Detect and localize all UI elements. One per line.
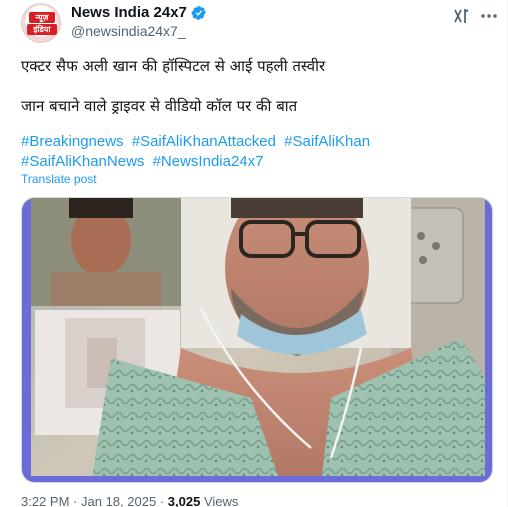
views-label: Views xyxy=(203,494,239,507)
views-count: 3,025 xyxy=(167,494,201,507)
post-text-line-2: जान बचाने वाले ड्राइवर से वीडियो कॉल पर … xyxy=(21,97,298,115)
avatar-logo-bottom: इंडिया xyxy=(27,24,57,35)
hospital-photo-illustration xyxy=(31,198,485,482)
hashtag-link[interactable]: #SaifAliKhanNews xyxy=(21,153,144,170)
hashtag-link[interactable]: #Breakingnews xyxy=(21,133,124,150)
media-photo xyxy=(31,198,485,482)
more-dots-icon[interactable] xyxy=(479,6,499,26)
hashtag-link[interactable]: #NewsIndia24x7 xyxy=(153,153,264,170)
hashtag-link[interactable]: #SaifAliKhan xyxy=(284,133,370,150)
grok-icon[interactable] xyxy=(452,6,472,26)
avatar[interactable]: न्यूज़ इंडिया xyxy=(21,3,61,43)
author-display-name[interactable]: News India 24x7 xyxy=(71,4,187,21)
hashtag-link[interactable]: #SaifAliKhanAttacked xyxy=(132,133,276,150)
post-media[interactable] xyxy=(21,197,493,483)
verified-badge-icon xyxy=(191,5,206,20)
post-time[interactable]: 3:22 PM xyxy=(21,494,69,507)
post-date[interactable]: Jan 18, 2025 xyxy=(81,494,156,507)
post-meta: 3:22 PM · Jan 18, 2025 · 3,025 Views xyxy=(21,494,239,507)
post-text-line-1: एक्टर सैफ अली खान की हॉस्पिटल से आई पहली… xyxy=(21,57,326,75)
media-frame-bottom xyxy=(22,476,492,482)
author-handle[interactable]: @newsindia24x7_ xyxy=(71,23,186,39)
avatar-logo-top: न्यूज़ xyxy=(29,12,55,23)
post-hashtags: #Breakingnews #SaifAliKhanAttacked #Saif… xyxy=(21,132,496,172)
author-name-row: News India 24x7 xyxy=(71,4,207,21)
post-detail: न्यूज़ इंडिया News India 24x7 @newsindia… xyxy=(0,0,508,507)
translate-post-link[interactable]: Translate post xyxy=(21,172,97,186)
